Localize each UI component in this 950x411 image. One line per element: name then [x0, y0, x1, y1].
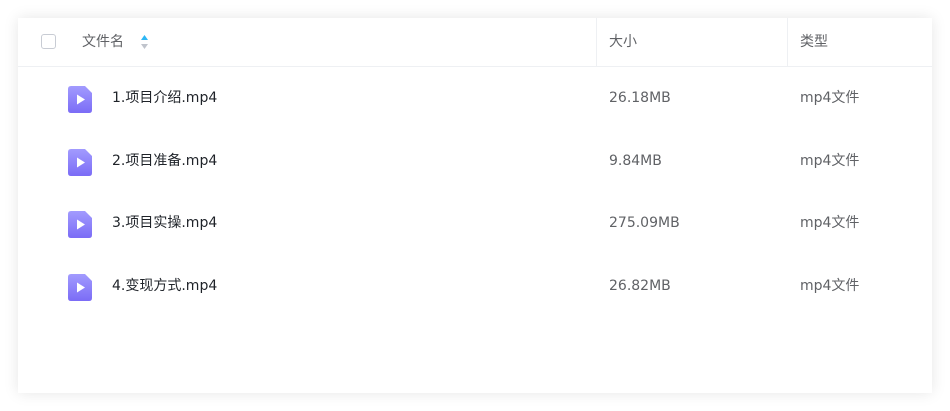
column-divider[interactable] — [596, 18, 597, 67]
file-size: 26.18MB — [609, 90, 671, 106]
sort-icon[interactable] — [140, 34, 149, 50]
table-row[interactable]: 4.变现方式.mp4 26.82MB mp4文件 — [18, 256, 932, 318]
file-type: mp4文件 — [800, 153, 860, 169]
video-file-icon — [68, 86, 92, 113]
video-file-icon — [68, 211, 92, 238]
video-file-icon — [68, 149, 92, 176]
select-all-checkbox[interactable] — [41, 34, 56, 49]
file-size: 9.84MB — [609, 153, 662, 169]
file-name[interactable]: 2.项目准备.mp4 — [112, 152, 217, 170]
file-size: 275.09MB — [609, 215, 680, 231]
table-header: 文件名 大小 类型 — [18, 18, 932, 67]
file-size: 26.82MB — [609, 278, 671, 294]
column-header-type[interactable]: 类型 — [800, 33, 828, 51]
table-row[interactable]: 3.项目实操.mp4 275.09MB mp4文件 — [18, 193, 932, 255]
file-name[interactable]: 4.变现方式.mp4 — [112, 277, 217, 295]
table-row[interactable]: 2.项目准备.mp4 9.84MB mp4文件 — [18, 131, 932, 193]
column-divider[interactable] — [787, 18, 788, 67]
column-header-size[interactable]: 大小 — [609, 33, 637, 51]
video-file-icon — [68, 274, 92, 301]
file-type: mp4文件 — [800, 278, 860, 294]
file-name[interactable]: 1.项目介绍.mp4 — [112, 89, 217, 107]
column-header-name[interactable]: 文件名 — [82, 33, 124, 51]
table-row[interactable]: 1.项目介绍.mp4 26.18MB mp4文件 — [18, 68, 932, 130]
file-list-panel: 文件名 大小 类型 1.项目介绍.mp4 26.18MB mp4文件 2.项目准… — [18, 18, 932, 393]
file-type: mp4文件 — [800, 90, 860, 106]
file-type: mp4文件 — [800, 215, 860, 231]
file-name[interactable]: 3.项目实操.mp4 — [112, 214, 217, 232]
